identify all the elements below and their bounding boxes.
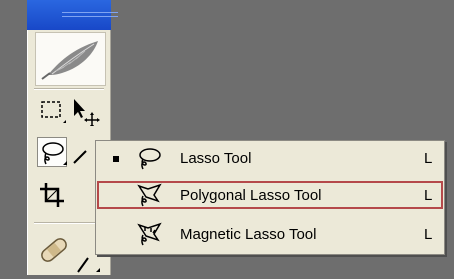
magnetic-lasso-icon <box>137 222 162 246</box>
menu-item-label: Polygonal Lasso Tool <box>180 187 322 204</box>
lasso-tool-flyout-menu: Lasso Tool L Polygonal Lasso Tool L Magn… <box>95 140 445 255</box>
polygonal-lasso-icon <box>137 183 162 207</box>
healing-brush-tool[interactable] <box>37 230 67 262</box>
rectangular-marquee-tool[interactable] <box>37 96 67 126</box>
toolbox-divider <box>34 88 104 90</box>
menu-item-label: Lasso Tool <box>180 150 252 167</box>
lasso-icon <box>42 142 67 165</box>
menu-item-shortcut: L <box>424 150 433 167</box>
menu-item-label: Magnetic Lasso Tool <box>180 226 317 243</box>
rectangular-marquee-icon <box>41 101 66 123</box>
feather-icon <box>41 41 98 80</box>
move-tool[interactable] <box>70 96 100 128</box>
menu-item-lasso-tool[interactable]: Lasso Tool L <box>96 143 444 173</box>
crop-icon <box>40 183 64 207</box>
move-icon <box>74 99 100 128</box>
healing-brush-icon <box>41 238 67 262</box>
menu-item-magnetic-lasso-tool[interactable]: Magnetic Lasso Tool L <box>96 219 444 249</box>
title-bar-grip <box>62 12 118 17</box>
crop-tool[interactable] <box>37 180 67 210</box>
toolbox-divider <box>34 222 104 224</box>
menu-item-shortcut: L <box>424 187 433 204</box>
menu-item-shortcut: L <box>424 226 433 243</box>
tools-panel-title-bar[interactable] <box>27 0 118 30</box>
adobe-online-button[interactable] <box>35 32 106 86</box>
menu-item-polygonal-lasso-tool[interactable]: Polygonal Lasso Tool L <box>96 180 444 210</box>
lasso-icon <box>139 148 161 170</box>
current-tool-bullet-icon <box>113 156 119 162</box>
lasso-tool[interactable] <box>37 137 67 167</box>
